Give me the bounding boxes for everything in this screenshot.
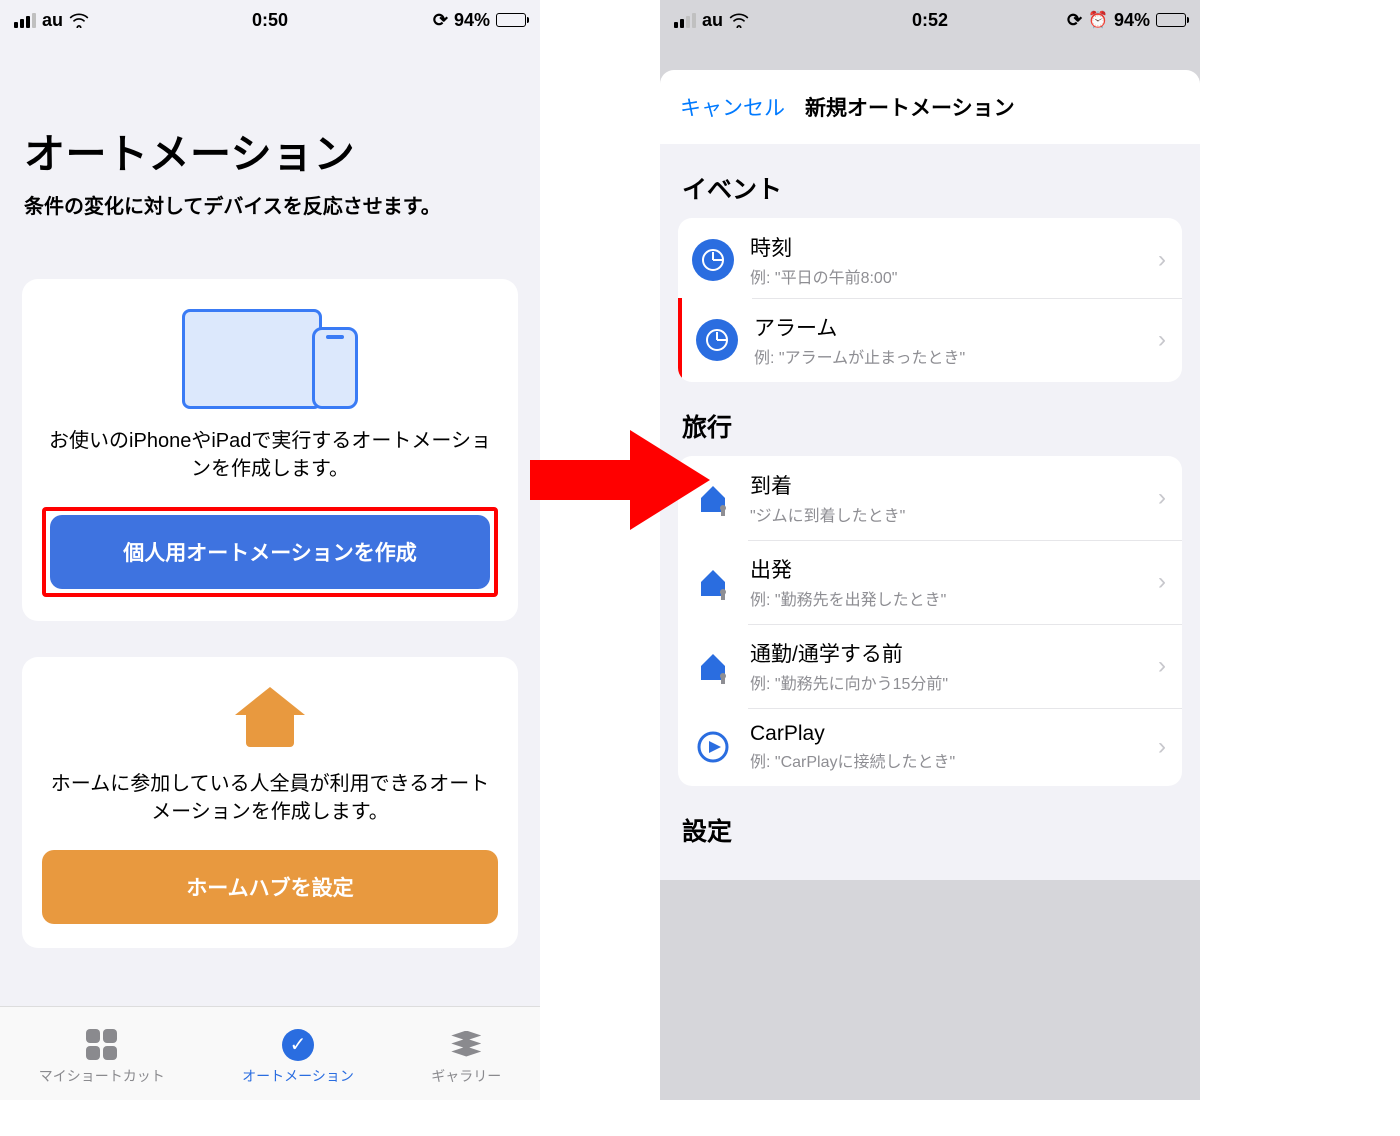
signal-icon <box>674 13 696 28</box>
section-header-travel: 旅行 <box>660 382 1200 456</box>
row-title: CarPlay <box>750 722 1142 746</box>
row-subtitle: 例: "勤務先に向かう15分前" <box>750 670 1142 694</box>
tab-my-shortcuts[interactable]: マイショートカット <box>39 1028 165 1086</box>
clock-icon <box>692 239 734 281</box>
chevron-right-icon: › <box>1158 326 1166 354</box>
clock-icon <box>696 319 738 361</box>
create-personal-automation-button[interactable]: 個人用オートメーションを作成 <box>50 515 490 589</box>
orientation-lock-icon: ⟳ <box>433 10 448 31</box>
row-subtitle: 例: "勤務先を出発したとき" <box>750 586 1142 610</box>
carplay-icon <box>692 726 734 768</box>
chevron-right-icon: › <box>1158 246 1166 274</box>
tab-gallery[interactable]: ギャラリー <box>431 1028 501 1086</box>
battery-icon <box>496 13 526 27</box>
home-leave-icon <box>692 561 734 603</box>
home-commute-icon <box>692 645 734 687</box>
row-title: 通勤/通学する前 <box>750 638 1142 668</box>
screenshot-right: au 0:52 ⟳ ⏰ 94% キャンセル 新規オートメーション イベント 時刻 <box>660 0 1200 1100</box>
tab-automation[interactable]: ✓ オートメーション <box>242 1028 354 1086</box>
home-card-desc: ホームに参加している人全員が利用できるオートメーションを作成します。 <box>42 770 498 826</box>
status-bar: au 0:50 ⟳ 94% <box>0 0 540 40</box>
wifi-icon <box>729 12 749 28</box>
event-row-alarm[interactable]: アラーム 例: "アラームが止まったとき" › <box>678 298 1182 382</box>
row-subtitle: 例: "アラームが止まったとき" <box>754 344 1142 368</box>
page-subtitle: 条件の変化に対してデバイスを反応させます。 <box>0 190 540 279</box>
battery-percent: 94% <box>1114 10 1150 31</box>
chevron-right-icon: › <box>1158 733 1166 761</box>
screenshot-left: au 0:50 ⟳ 94% オートメーション 条件の変化に対してデバイスを反応さ… <box>0 0 540 1100</box>
travel-row-commute[interactable]: 通勤/通学する前 例: "勤務先に向かう15分前" › <box>678 624 1182 708</box>
stack-icon <box>449 1028 483 1062</box>
personal-automation-card: お使いのiPhoneやiPadで実行するオートメーションを作成します。 個人用オ… <box>22 279 518 621</box>
carrier-label: au <box>42 10 63 31</box>
status-time: 0:50 <box>252 10 288 31</box>
signal-icon <box>14 13 36 28</box>
event-list: 時刻 例: "平日の午前8:00" › アラーム 例: "アラームが止まったとき… <box>678 218 1182 382</box>
carrier-label: au <box>702 10 723 31</box>
chevron-right-icon: › <box>1158 652 1166 680</box>
battery-icon <box>1156 13 1186 27</box>
modal-title: 新規オートメーション <box>805 92 1015 122</box>
battery-percent: 94% <box>454 10 490 31</box>
personal-card-desc: お使いのiPhoneやiPadで実行するオートメーションを作成します。 <box>42 427 498 483</box>
orientation-lock-icon: ⟳ <box>1067 10 1082 31</box>
home-icon <box>235 687 305 747</box>
row-title: 出発 <box>750 554 1142 584</box>
arrow-icon <box>530 430 710 530</box>
row-subtitle: 例: "CarPlayに接続したとき" <box>750 748 1142 772</box>
row-title: 時刻 <box>750 232 1142 262</box>
chevron-right-icon: › <box>1158 484 1166 512</box>
chevron-right-icon: › <box>1158 568 1166 596</box>
modal-body[interactable]: イベント 時刻 例: "平日の午前8:00" › アラーム 例: "アラームが止… <box>660 144 1200 880</box>
section-header-settings: 設定 <box>660 786 1200 860</box>
grid-icon <box>85 1028 119 1062</box>
tab-label: ギャラリー <box>431 1066 501 1086</box>
travel-row-arrive[interactable]: 到着 "ジムに到着したとき" › <box>678 456 1182 540</box>
check-circle-icon: ✓ <box>281 1028 315 1062</box>
highlight-box: 個人用オートメーションを作成 <box>42 507 498 597</box>
page-title: オートメーション <box>0 40 540 190</box>
travel-row-carplay[interactable]: CarPlay 例: "CarPlayに接続したとき" › <box>678 708 1182 786</box>
row-title: アラーム <box>754 312 1142 342</box>
travel-row-leave[interactable]: 出発 例: "勤務先を出発したとき" › <box>678 540 1182 624</box>
status-time: 0:52 <box>912 10 948 31</box>
row-subtitle: "ジムに到着したとき" <box>750 502 1142 526</box>
modal-header: キャンセル 新規オートメーション <box>660 70 1200 144</box>
tab-label: オートメーション <box>242 1066 354 1086</box>
home-automation-card: ホームに参加している人全員が利用できるオートメーションを作成します。 ホームハブ… <box>22 657 518 948</box>
setup-home-hub-button[interactable]: ホームハブを設定 <box>42 850 498 924</box>
tab-label: マイショートカット <box>39 1066 165 1086</box>
devices-illustration-icon <box>42 309 498 409</box>
travel-list: 到着 "ジムに到着したとき" › 出発 例: "勤務先を出発したとき" › <box>678 456 1182 786</box>
event-row-time[interactable]: 時刻 例: "平日の午前8:00" › <box>678 218 1182 302</box>
cancel-button[interactable]: キャンセル <box>680 92 785 122</box>
alarm-icon: ⏰ <box>1088 10 1108 30</box>
row-title: 到着 <box>750 470 1142 500</box>
section-header-event: イベント <box>660 144 1200 218</box>
wifi-icon <box>69 12 89 28</box>
tab-bar: マイショートカット ✓ オートメーション ギャラリー <box>0 1006 540 1100</box>
status-bar: au 0:52 ⟳ ⏰ 94% <box>660 0 1200 40</box>
row-subtitle: 例: "平日の午前8:00" <box>750 264 1142 288</box>
